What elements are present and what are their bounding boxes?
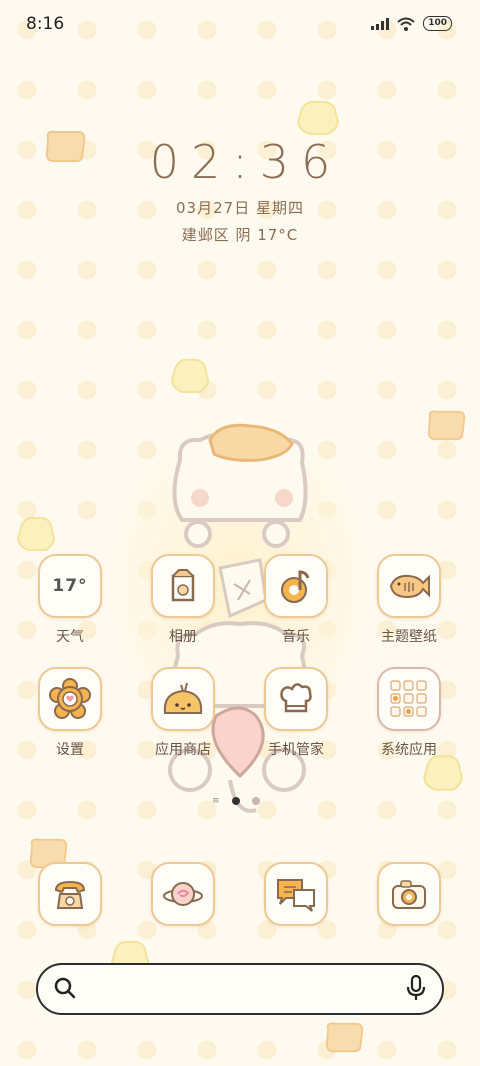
- camera-icon: [377, 862, 441, 926]
- app-photo-album[interactable]: 相册: [133, 554, 233, 646]
- app-label: 手机管家: [268, 742, 324, 758]
- wallpaper-sticker-cake-icon: [297, 100, 339, 135]
- bun-app-store-icon: [151, 667, 215, 731]
- flower-cookie-icon: [38, 667, 102, 731]
- app-label: 设置: [56, 742, 84, 758]
- search-input[interactable]: [94, 973, 398, 1005]
- wallpaper-sticker-cake-icon: [17, 516, 55, 551]
- status-icons: 100: [371, 16, 452, 31]
- wallpaper-sticker-bread-icon: [325, 1022, 364, 1053]
- wifi-icon: [397, 17, 415, 31]
- dock-browser[interactable]: [133, 862, 233, 926]
- page-indicator[interactable]: ≡: [212, 796, 260, 806]
- wallpaper-sticker-cake-icon: [171, 358, 209, 393]
- taiyaki-fish-icon: [377, 554, 441, 618]
- clock-widget[interactable]: 02:36 03月27日 星期四 建邺区 阴 17°C: [0, 135, 480, 245]
- microphone-icon[interactable]: [406, 975, 426, 1001]
- app-settings[interactable]: 设置: [20, 667, 120, 759]
- app-theme-wallpaper[interactable]: 主题壁纸: [359, 554, 459, 646]
- telephone-icon: [38, 862, 102, 926]
- music-note-icon: [264, 554, 328, 618]
- app-store[interactable]: 应用商店: [133, 667, 233, 759]
- dock-camera[interactable]: [359, 862, 459, 926]
- search-bar[interactable]: [36, 963, 444, 1015]
- weather-temp: 17°: [52, 576, 88, 596]
- app-phone-manager[interactable]: 手机管家: [246, 667, 346, 759]
- app-music[interactable]: 音乐: [246, 554, 346, 646]
- clock-date: 03月27日 星期四: [176, 199, 304, 217]
- weather-icon: 17°: [38, 554, 102, 618]
- app-label: 应用商店: [155, 742, 211, 758]
- app-label: 音乐: [282, 629, 310, 645]
- page-dot-active: [231, 797, 240, 805]
- status-time: 8:16: [26, 14, 65, 34]
- app-label: 相册: [169, 629, 197, 645]
- list-lines-icon: ≡: [212, 796, 220, 806]
- battery-icon: 100: [423, 16, 452, 31]
- chat-bubbles-icon: [264, 862, 328, 926]
- app-label: 主题壁纸: [381, 629, 437, 645]
- photo-album-icon: [151, 554, 215, 618]
- app-label: 系统应用: [381, 742, 437, 758]
- folder-grid-icon: [377, 667, 441, 731]
- dock-phone[interactable]: [20, 862, 120, 926]
- chef-hat-icon: [264, 667, 328, 731]
- clock-time: 02:36: [149, 135, 343, 189]
- status-bar: 8:16 100: [0, 0, 480, 48]
- clock-weather: 建邺区 阴 17°C: [181, 226, 299, 244]
- wallpaper-sticker-bread-icon: [427, 410, 466, 441]
- dock-messages[interactable]: [246, 862, 346, 926]
- app-folder-system[interactable]: 系统应用: [359, 667, 459, 759]
- app-weather[interactable]: 17° 天气: [20, 554, 120, 646]
- search-icon[interactable]: [54, 977, 76, 999]
- app-label: 天气: [56, 629, 84, 645]
- signal-icon: [371, 17, 390, 30]
- page-dot: [251, 797, 260, 805]
- planet-browser-icon: [151, 862, 215, 926]
